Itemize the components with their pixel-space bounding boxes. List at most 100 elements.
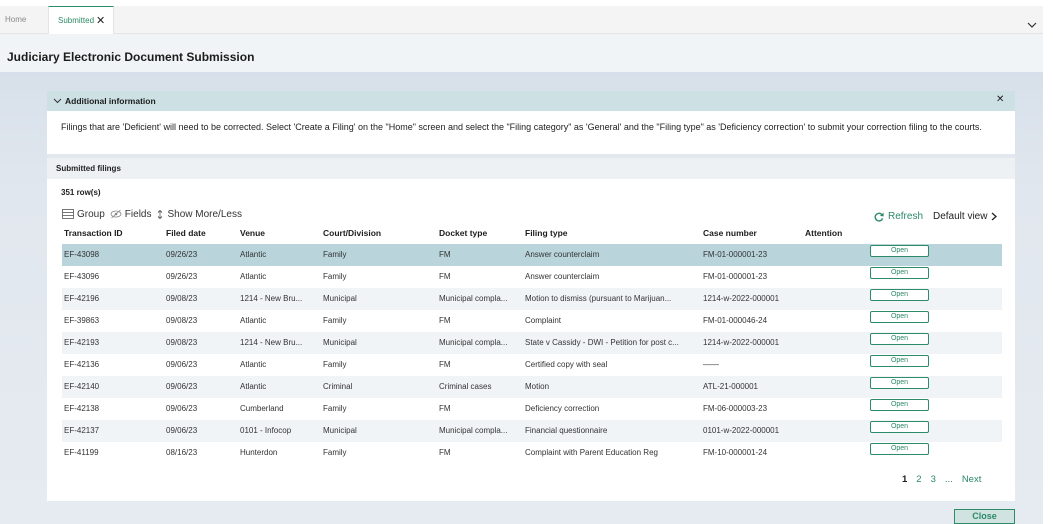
cell-venue: 1214 - New Bru... [240,294,303,303]
column-header-venue[interactable]: Venue [240,228,265,238]
default-view-button[interactable]: Default view [933,211,998,222]
tab-submitted[interactable]: Submitted ✕ [48,6,114,34]
cell-transaction-id: EF-42138 [64,404,100,413]
chevron-down-icon[interactable] [53,96,62,105]
show-more-less-icon [158,209,163,219]
cell-case-number: —— [703,360,719,369]
table-row[interactable]: EF-42136 09/06/23 Atlantic Family FM Cer… [62,354,1002,376]
group-label: Group [77,208,105,220]
show-more-less-button[interactable]: Show More/Less [156,209,242,220]
cell-case-number: 0101-w-2022-000001 [703,426,780,435]
cell-docket-type: FM [439,404,451,413]
refresh-button[interactable]: Refresh [874,211,923,222]
cell-court-division: Criminal [323,382,353,391]
fields-icon [110,209,122,219]
page-3-link[interactable]: 3 [931,474,936,485]
group-button[interactable]: Group [62,209,105,220]
cell-docket-type: FM [439,448,451,457]
open-button[interactable]: Open [870,333,929,345]
close-icon[interactable]: ✕ [996,94,1004,105]
cell-transaction-id: EF-42140 [64,382,100,391]
open-button[interactable]: Open [870,421,929,433]
cell-transaction-id: EF-41199 [64,448,99,457]
cell-court-division: Family [323,316,347,325]
row-count: 351 row(s) [61,188,101,197]
table-row[interactable]: EF-39863 09/08/23 Atlantic Family FM Com… [62,310,1002,332]
cell-docket-type: FM [439,316,451,325]
cell-docket-type: Municipal compla... [439,294,508,303]
column-header-court-division[interactable]: Court/Division [323,228,381,238]
column-header-filed-date[interactable]: Filed date [166,228,206,238]
cell-docket-type: FM [439,272,451,281]
cell-case-number: 1214-w-2022-000001 [703,294,780,303]
additional-info-title: Additional information [65,96,156,106]
cell-venue: Cumberland [240,404,284,413]
column-header-case-number[interactable]: Case number [703,228,757,238]
cell-filed-date: 09/06/23 [166,382,198,391]
page-1-link[interactable]: 1 [902,474,907,485]
page-ellipsis[interactable]: ... [945,474,953,485]
tab-submitted-label: Submitted [58,16,95,25]
open-button[interactable]: Open [870,399,929,411]
close-button[interactable]: Close [954,509,1015,524]
cell-docket-type: FM [439,250,451,259]
cell-venue: Atlantic [240,382,267,391]
fields-label: Fields [124,208,152,220]
table-row[interactable]: EF-43096 09/26/23 Atlantic Family FM Ans… [62,266,1002,288]
next-page-link[interactable]: Next [962,474,982,485]
open-button[interactable]: Open [870,377,929,389]
cell-filing-type: Answer counterclaim [525,272,600,281]
column-header-transaction-id[interactable]: Transaction ID [64,228,123,238]
open-button[interactable]: Open [870,245,929,257]
chevron-down-icon[interactable] [1027,20,1037,30]
open-button[interactable]: Open [870,311,929,323]
fields-button[interactable]: Fields [110,208,152,220]
open-button[interactable]: Open [870,355,929,367]
page-2-link[interactable]: 2 [916,474,921,485]
grid-toolbar: Group Fields Show More/Less [62,208,247,220]
close-icon[interactable]: ✕ [96,7,105,35]
cell-filing-type: Complaint with Parent Education Reg [525,448,658,457]
cell-docket-type: Criminal cases [439,382,492,391]
tab-bar: Home Submitted ✕ [0,6,1043,34]
table-row[interactable]: EF-42140 09/06/23 Atlantic Criminal Crim… [62,376,1002,398]
table-row[interactable]: EF-42196 09/08/23 1214 - New Bru... Muni… [62,288,1002,310]
cell-court-division: Municipal [323,294,357,303]
cell-venue: Atlantic [240,272,267,281]
cell-filing-type: Financial questionnaire [525,426,608,435]
additional-info-header[interactable]: Additional information ✕ [47,91,1015,111]
column-header-filing-type[interactable]: Filing type [525,228,568,238]
cell-filing-type: Complaint [525,316,562,325]
default-view-label: Default view [933,211,988,222]
column-header-attention[interactable]: Attention [805,228,842,238]
cell-venue: 1214 - New Bru... [240,338,303,347]
column-header-docket-type[interactable]: Docket type [439,228,487,238]
cell-docket-type: Municipal compla... [439,338,508,347]
table-row[interactable]: EF-42138 09/06/23 Cumberland Family FM D… [62,398,1002,420]
open-button[interactable]: Open [870,289,929,301]
tab-home[interactable]: Home [5,6,26,34]
cell-venue: Atlantic [240,250,267,259]
table-row[interactable]: EF-43098 09/26/23 Atlantic Family FM Ans… [62,244,1002,266]
cell-case-number: FM-01-000001-23 [703,250,768,259]
cell-venue: Hunterdon [240,448,278,457]
chevron-right-icon [992,212,998,221]
cell-transaction-id: EF-42137 [64,426,100,435]
cell-filed-date: 09/06/23 [166,426,198,435]
table-row[interactable]: EF-42137 09/06/23 0101 - Infocop Municip… [62,420,1002,442]
refresh-label: Refresh [888,211,924,222]
table-row[interactable]: EF-41199 08/16/23 Hunterdon Family FM Co… [62,442,1002,464]
cell-filed-date: 09/06/23 [166,404,198,413]
page-title: Judiciary Electronic Document Submission [7,50,255,64]
table-header: Transaction ID Filed date Venue Court/Di… [62,226,1002,240]
cell-docket-type: FM [439,360,451,369]
cell-court-division: Family [323,404,347,413]
cell-transaction-id: EF-43096 [64,272,100,281]
cell-transaction-id: EF-43098 [64,250,100,259]
cell-docket-type: Municipal compla... [439,426,508,435]
open-button[interactable]: Open [870,267,929,279]
cell-transaction-id: EF-39863 [64,316,100,325]
table-row[interactable]: EF-42193 09/08/23 1214 - New Bru... Muni… [62,332,1002,354]
cell-transaction-id: EF-42193 [64,338,100,347]
open-button[interactable]: Open [870,443,929,455]
